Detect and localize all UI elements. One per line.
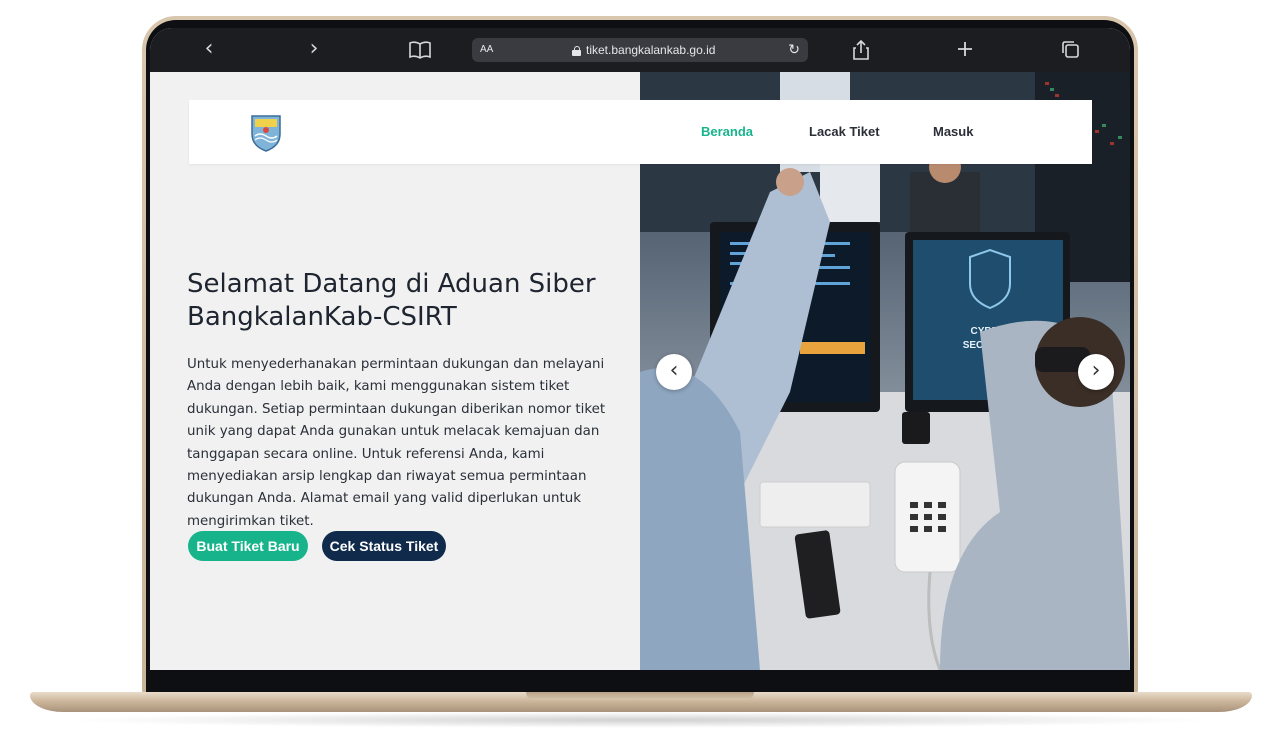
carousel-prev-button[interactable]: ‹ bbox=[656, 354, 692, 390]
reload-icon[interactable]: ↻ bbox=[788, 38, 800, 62]
tabs-icon[interactable] bbox=[1061, 40, 1080, 59]
forward-icon[interactable]: › bbox=[302, 38, 326, 62]
create-ticket-button[interactable]: Buat Tiket Baru bbox=[188, 531, 308, 561]
address-bar[interactable]: AA tiket.bangkalankab.go.id ↻ bbox=[472, 38, 808, 62]
nav-masuk-link[interactable]: Masuk bbox=[933, 124, 973, 139]
nav-lacak-tiket-link[interactable]: Lacak Tiket bbox=[809, 124, 880, 139]
back-icon[interactable]: ‹ bbox=[197, 38, 221, 62]
hero-title: Selamat Datang di Aduan Siber BangkalanK… bbox=[187, 269, 596, 332]
hero-description: Untuk menyederhanakan permintaan dukunga… bbox=[187, 357, 606, 529]
site-navbar: Beranda Lacak Tiket Masuk bbox=[189, 100, 1092, 164]
share-icon[interactable] bbox=[853, 40, 869, 60]
laptop-shadow bbox=[60, 712, 1220, 728]
lock-icon bbox=[572, 46, 581, 56]
browser-toolbar: ‹ › AA tiket.bangkalankab.go.id ↻ bbox=[150, 28, 1130, 72]
url-display: tiket.bangkalankab.go.id bbox=[572, 38, 715, 62]
check-status-button[interactable]: Cek Status Tiket bbox=[322, 531, 446, 561]
kabupaten-logo[interactable] bbox=[249, 112, 283, 152]
new-tab-icon[interactable] bbox=[957, 41, 973, 57]
text-size-button[interactable]: AA bbox=[480, 38, 493, 62]
web-page: Selamat Datang di Aduan Siber BangkalanK… bbox=[150, 72, 1130, 670]
nav-beranda-link[interactable]: Beranda bbox=[701, 124, 753, 139]
screen: ‹ › AA tiket.bangkalankab.go.id ↻ Selama… bbox=[150, 28, 1130, 670]
carousel-next-button[interactable]: › bbox=[1078, 354, 1114, 390]
bookmarks-icon[interactable] bbox=[409, 41, 431, 59]
url-text: tiket.bangkalankab.go.id bbox=[586, 43, 716, 57]
laptop-base-notch bbox=[526, 692, 754, 700]
